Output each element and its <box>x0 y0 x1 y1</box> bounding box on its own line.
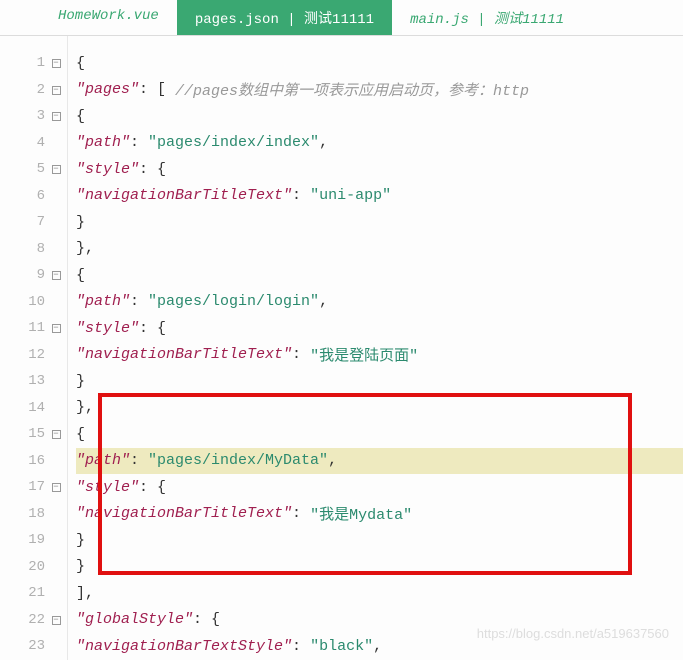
line-number: 18 <box>0 501 67 528</box>
line-number: 2− <box>0 77 67 104</box>
line-gutter: 1− 2− 3− 4 5− 6 7 8 9− 10 11− 12 13 14 1… <box>0 36 68 660</box>
line-number: 13 <box>0 368 67 395</box>
code-line: "style": { <box>76 315 683 342</box>
line-number: 19 <box>0 527 67 554</box>
code-line: "path": "pages/login/login", <box>76 289 683 316</box>
code-line: } <box>76 368 683 395</box>
code-editor[interactable]: 1− 2− 3− 4 5− 6 7 8 9− 10 11− 12 13 14 1… <box>0 36 683 660</box>
line-number: 16 <box>0 448 67 475</box>
code-line: } <box>76 554 683 581</box>
code-line: { <box>76 50 683 77</box>
line-number: 9− <box>0 262 67 289</box>
line-number: 21 <box>0 580 67 607</box>
code-line: }, <box>76 236 683 263</box>
code-line: } <box>76 209 683 236</box>
line-number: 7 <box>0 209 67 236</box>
code-line: "navigationBarTitleText": "uni-app" <box>76 183 683 210</box>
line-number: 10 <box>0 289 67 316</box>
line-number: 8 <box>0 236 67 263</box>
code-line: } <box>76 527 683 554</box>
line-number: 6 <box>0 183 67 210</box>
code-line: }, <box>76 395 683 422</box>
code-line: "pages": [ //pages数组中第一项表示应用启动页，参考：http <box>76 77 683 104</box>
code-line: "style": { <box>76 156 683 183</box>
line-number: 11− <box>0 315 67 342</box>
code-line: ], <box>76 580 683 607</box>
line-number: 15− <box>0 421 67 448</box>
code-area[interactable]: { "pages": [ //pages数组中第一项表示应用启动页，参考：htt… <box>68 36 683 660</box>
line-number: 4 <box>0 130 67 157</box>
code-line: { <box>76 262 683 289</box>
editor-tabs: HomeWork.vue pages.json | 测试11111 main.j… <box>0 0 683 36</box>
code-line: "navigationBarTitleText": "我是登陆页面" <box>76 342 683 369</box>
code-line: "style": { <box>76 474 683 501</box>
line-number: 20 <box>0 554 67 581</box>
line-number: 22− <box>0 607 67 634</box>
code-line: { <box>76 103 683 130</box>
line-number: 23 <box>0 633 67 660</box>
line-number: 3− <box>0 103 67 130</box>
code-line: "navigationBarTitleText": "我是Mydata" <box>76 501 683 528</box>
code-line: { <box>76 421 683 448</box>
code-line: "path": "pages/index/index", <box>76 130 683 157</box>
tab-pages-json[interactable]: pages.json | 测试11111 <box>177 0 392 35</box>
line-number: 14 <box>0 395 67 422</box>
tab-main-js[interactable]: main.js | 测试11111 <box>392 0 582 35</box>
line-number: 1− <box>0 50 67 77</box>
line-number: 17− <box>0 474 67 501</box>
line-number: 5− <box>0 156 67 183</box>
line-number: 12 <box>0 342 67 369</box>
watermark: https://blog.csdn.net/a519637560 <box>477 626 669 641</box>
code-line-highlighted: "path": "pages/index/MyData", <box>76 448 683 475</box>
tab-homework[interactable]: HomeWork.vue <box>40 0 177 35</box>
